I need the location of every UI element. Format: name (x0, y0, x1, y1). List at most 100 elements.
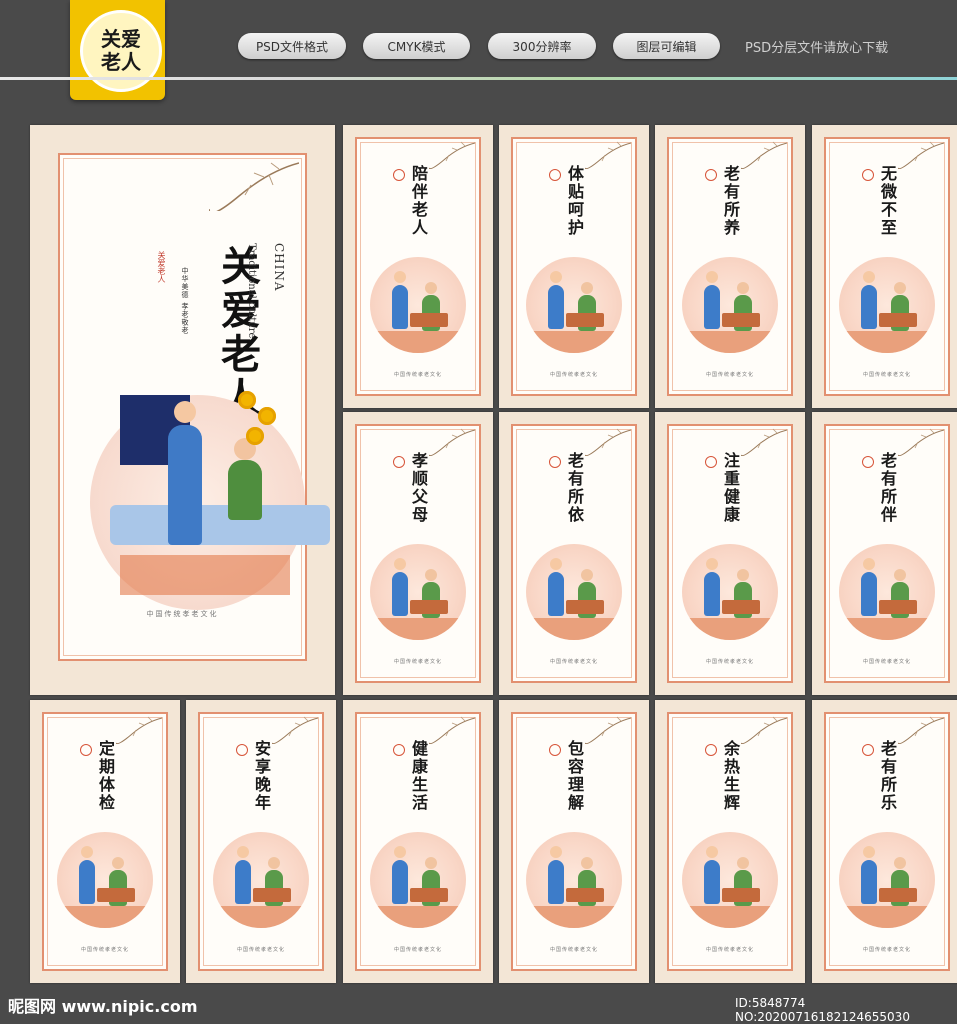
figure-illustration (548, 271, 564, 329)
poster-frame: 老有所乐中国传统孝老文化 (824, 712, 950, 971)
poster-title: 老有所养 (721, 165, 740, 237)
figure-illustration (548, 846, 564, 904)
title-badge: 关爱 老人 (70, 0, 165, 100)
poster-title: 安享晚年 (252, 740, 271, 812)
poster-footer: 中国传统孝老文化 (236, 947, 285, 953)
prop-illustration (410, 313, 448, 327)
figure-illustration (392, 271, 408, 329)
poster-frame: 健康生活 中国传统孝老文化 (355, 712, 481, 971)
sunflower-icon (238, 391, 256, 409)
bed-illustration (110, 505, 330, 545)
prop-illustration (97, 888, 135, 902)
seal-icon (549, 169, 561, 181)
prop-illustration (722, 313, 760, 327)
figure-illustration (704, 846, 720, 904)
poster-card: 定期体检中国传统孝老文化 (30, 700, 180, 983)
format-pill: PSD文件格式 (238, 33, 346, 59)
branch-icon (585, 141, 631, 169)
main-seal: 关爱老人 (157, 251, 166, 283)
prop-illustration (566, 888, 604, 902)
prop-illustration (879, 313, 917, 327)
main-title: 关爱老人 (214, 245, 261, 421)
poster-frame: 老有所依 中国传统孝老文化 (511, 424, 637, 683)
seal-icon (393, 744, 405, 756)
ground-illustration (682, 331, 778, 353)
poster-frame: 老有所伴 中国传统孝老文化 (824, 424, 950, 683)
poster-card: 孝顺父母 中国传统孝老文化 (343, 412, 493, 695)
main-footer: 中国传统孝老文化 (146, 610, 219, 618)
branch-icon (429, 716, 475, 744)
branch-icon (585, 428, 631, 456)
poster-card: 注重健康 中国传统孝老文化 (655, 412, 805, 695)
poster-frame: 安享晚年中国传统孝老文化 (198, 712, 324, 971)
illustration-circle (526, 544, 622, 640)
seal-icon (862, 169, 874, 181)
branch-icon (741, 716, 787, 744)
watermark-left: 昵图网 www.nipic.com (8, 997, 198, 1016)
prop-illustration (722, 600, 760, 614)
poster-card: 健康生活 中国传统孝老文化 (343, 700, 493, 983)
poster-card: 老有所乐中国传统孝老文化 (812, 700, 957, 983)
illustration-circle (526, 832, 622, 928)
illustration-circle (682, 832, 778, 928)
ground-illustration (526, 331, 622, 353)
divider-line (0, 77, 957, 80)
figure-illustration (704, 271, 720, 329)
main-poster: 关爱老人 中华美德 孝老敬老 关爱老人 CHINA Traditional cu… (30, 125, 335, 695)
poster-footer: 中国传统孝老文化 (549, 659, 598, 665)
poster-frame: 孝顺父母 中国传统孝老文化 (355, 424, 481, 683)
poster-card: 体贴呵护 中国传统孝老文化 (499, 125, 649, 408)
poster-frame: 余热生辉中国传统孝老文化 (667, 712, 793, 971)
seal-icon (705, 169, 717, 181)
poster-card: 包容理解 中国传统孝老文化 (499, 700, 649, 983)
illustration-circle (682, 257, 778, 353)
prop-illustration (879, 600, 917, 614)
poster-title: 孝顺父母 (409, 452, 428, 524)
ground-illustration (370, 906, 466, 928)
poster-footer: 中国传统孝老文化 (80, 947, 129, 953)
poster-title: 余热生辉 (721, 740, 740, 812)
poster-card: 安享晚年中国传统孝老文化 (186, 700, 336, 983)
illustration-circle (370, 544, 466, 640)
main-en-line2: CHINA (272, 243, 286, 292)
figure-illustration (79, 846, 95, 904)
poster-title: 定期体检 (96, 740, 115, 812)
poster-footer: 中国传统孝老文化 (705, 372, 754, 378)
layers-pill: 图层可编辑 (613, 33, 720, 59)
watermark-right: ID:5848774 NO:20200716182124655030 (735, 996, 910, 1024)
resolution-pill: 300分辨率 (488, 33, 596, 59)
seal-icon (705, 744, 717, 756)
figure-illustration (861, 271, 877, 329)
poster-card: 陪伴老人 中国传统孝老文化 (343, 125, 493, 408)
branch-icon (116, 716, 162, 744)
poster-title: 体贴呵护 (565, 165, 584, 237)
ground-illustration (213, 906, 309, 928)
poster-card: 余热生辉中国传统孝老文化 (655, 700, 805, 983)
prop-illustration (879, 888, 917, 902)
figure-illustration (704, 558, 720, 616)
branch-icon (898, 141, 944, 169)
poster-frame: 包容理解 中国传统孝老文化 (511, 712, 637, 971)
illustration-circle (839, 544, 935, 640)
branch-icon (585, 716, 631, 744)
seal-icon (393, 456, 405, 468)
seal-icon (80, 744, 92, 756)
illustration-circle (682, 544, 778, 640)
poster-card: 老有所依 中国传统孝老文化 (499, 412, 649, 695)
illustration-circle (213, 832, 309, 928)
badge-line-1: 关爱 (101, 27, 141, 51)
seal-icon (705, 456, 717, 468)
ground-illustration (370, 618, 466, 640)
poster-footer: 中国传统孝老文化 (862, 659, 911, 665)
branch-icon (741, 141, 787, 169)
poster-title: 无微不至 (878, 165, 897, 237)
poster-title: 包容理解 (565, 740, 584, 812)
poster-title: 老有所乐 (878, 740, 897, 812)
poster-frame: 注重健康 中国传统孝老文化 (667, 424, 793, 683)
poster-title: 健康生活 (409, 740, 428, 812)
poster-footer: 中国传统孝老文化 (705, 947, 754, 953)
illustration-circle (370, 257, 466, 353)
poster-footer: 中国传统孝老文化 (862, 947, 911, 953)
ground-illustration (682, 618, 778, 640)
prop-illustration (253, 888, 291, 902)
